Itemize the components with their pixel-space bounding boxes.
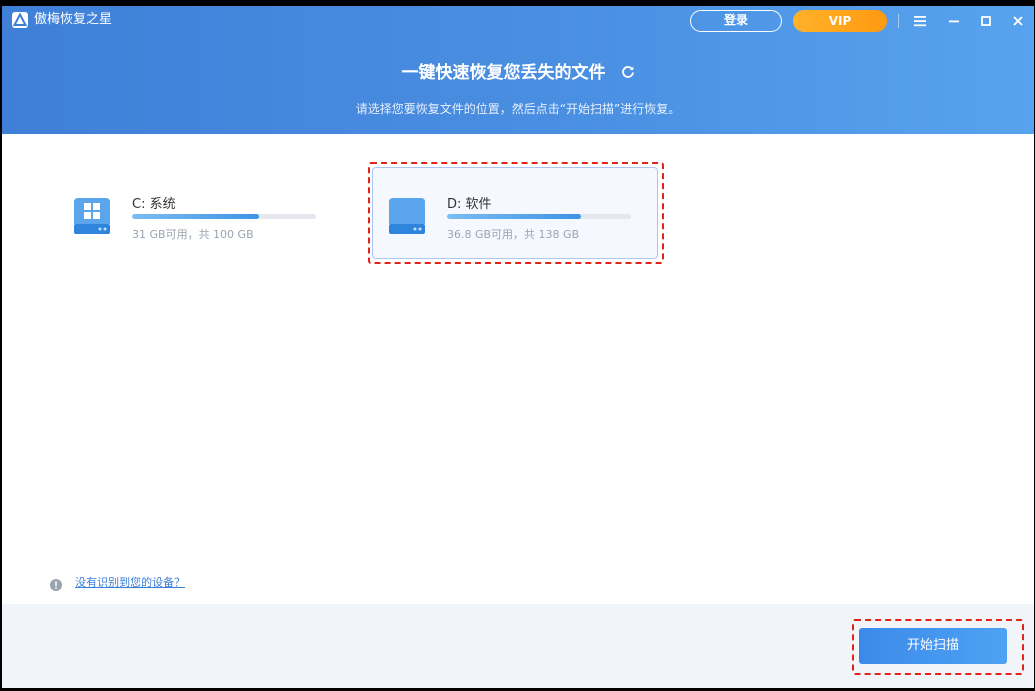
titlebar-divider — [898, 14, 899, 28]
headline-row: 一键快速恢复您丢失的文件 — [2, 58, 1034, 84]
app-window: 傲梅恢复之星 登录 VIP 一键快速恢复您丢失的文件 请选择您要恢复文件的位置，… — [2, 6, 1034, 688]
app-logo-icon — [12, 12, 28, 28]
vip-button[interactable]: VIP — [793, 10, 887, 32]
minimize-icon[interactable] — [945, 12, 963, 30]
header-banner: 傲梅恢复之星 登录 VIP 一键快速恢复您丢失的文件 请选择您要恢复文件的位置，… — [2, 6, 1034, 134]
scan-button-highlight — [852, 619, 1024, 675]
page-title: 一键快速恢复您丢失的文件 — [401, 63, 606, 83]
login-button[interactable]: 登录 — [690, 10, 782, 32]
drive-size-text: 31 GB可用，共 100 GB — [132, 228, 254, 241]
drive-card-c[interactable]: C: 系统 31 GB可用，共 100 GB — [58, 168, 344, 260]
page-subtitle: 请选择您要恢复文件的位置，然后点击“开始扫描”进行恢复。 — [355, 102, 681, 116]
drive-usage-fill — [132, 214, 259, 219]
maximize-icon[interactable] — [977, 12, 995, 30]
help-row: 没有识别到您的设备？ — [50, 571, 185, 591]
close-icon[interactable] — [1009, 12, 1027, 30]
refresh-icon[interactable] — [621, 64, 635, 78]
info-icon — [50, 576, 62, 591]
menu-icon[interactable] — [911, 12, 929, 30]
drive-usage-bar — [132, 214, 316, 219]
device-not-found-link[interactable]: 没有识别到您的设备？ — [75, 574, 185, 590]
title-bar: 傲梅恢复之星 登录 VIP — [2, 6, 1034, 36]
selection-highlight — [368, 162, 664, 264]
app-title: 傲梅恢复之星 — [34, 12, 113, 27]
drive-label: C: 系统 — [132, 197, 176, 212]
windows-drive-icon — [70, 194, 114, 238]
